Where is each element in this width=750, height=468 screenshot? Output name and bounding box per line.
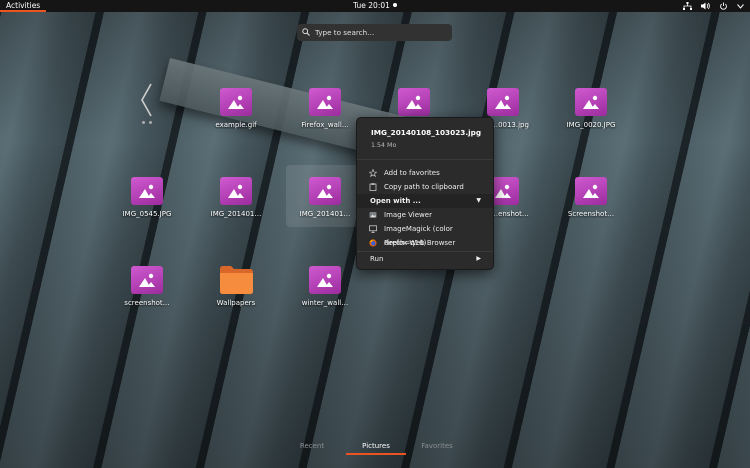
page-dot[interactable] — [149, 121, 152, 124]
image-file-icon — [220, 177, 252, 205]
clock-label: Tue 20:01 — [353, 1, 390, 10]
image-file-icon — [309, 177, 341, 205]
app-firefox-item[interactable]: Firefox Web Browser — [357, 236, 493, 250]
file-label: IMG_201401… — [210, 210, 262, 218]
page-dot[interactable] — [142, 121, 145, 124]
app-label: Firefox Web Browser — [384, 239, 456, 247]
file-label: screenshot… — [124, 299, 170, 307]
file-tile[interactable]: Firefox_wall… — [290, 88, 360, 129]
menu-separator — [357, 159, 493, 160]
page-indicator[interactable] — [142, 121, 152, 124]
run-submenu[interactable]: Run ▶ — [357, 252, 493, 266]
file-label: Screenshot… — [567, 210, 615, 218]
add-to-favorites-item[interactable]: Add to favorites — [357, 166, 493, 180]
tab-favorites[interactable]: Favorites — [407, 442, 467, 450]
image-file-icon — [487, 88, 519, 116]
monitor-icon — [369, 225, 377, 233]
file-label: IMG_0545.JPG — [122, 210, 172, 218]
folder-tile[interactable]: Wallpapers — [201, 266, 271, 307]
notification-dot-icon — [392, 3, 397, 7]
copy-path-item[interactable]: Copy path to clipboard — [357, 180, 493, 194]
copy-path-label: Copy path to clipboard — [384, 183, 464, 191]
open-with-submenu[interactable]: Open with ... ▼ — [357, 194, 493, 208]
folder-label: Wallpapers — [216, 299, 256, 307]
image-viewer-icon — [369, 212, 377, 218]
clock[interactable]: Tue 20:01 — [0, 0, 750, 12]
file-label: winter_wall… — [301, 299, 349, 307]
image-file-icon — [309, 266, 341, 294]
app-label: Image Viewer — [384, 211, 432, 219]
app-imagemagick-item[interactable]: ImageMagick (color depth=q16) — [357, 222, 493, 247]
tab-pictures[interactable]: Pictures — [346, 442, 406, 455]
folder-icon — [219, 266, 253, 294]
file-label: Firefox_wall… — [301, 121, 349, 129]
previous-page-arrow-icon[interactable] — [139, 82, 155, 118]
file-tile[interactable]: example.gif — [201, 88, 271, 129]
menu-filesize: 1.54 Mo — [371, 142, 397, 149]
file-context-menu: IMG_20140108_103023.jpg 1.54 Mo Add to f… — [356, 117, 494, 270]
file-tile[interactable]: Screenshot… — [556, 177, 626, 218]
caret-right-icon: ▶ — [476, 255, 481, 262]
file-label: example.gif — [215, 121, 257, 129]
add-to-favorites-label: Add to favorites — [384, 169, 440, 177]
menu-filename: IMG_20140108_103023.jpg — [371, 128, 482, 137]
image-file-icon — [575, 88, 607, 116]
tab-recent[interactable]: Recent — [282, 442, 342, 450]
volume-icon — [701, 2, 710, 10]
image-file-icon — [131, 177, 163, 205]
search-icon — [302, 28, 310, 36]
system-tray[interactable] — [683, 0, 744, 12]
clipboard-icon — [369, 183, 377, 191]
star-icon — [369, 169, 377, 177]
caret-down-icon: ▼ — [476, 197, 481, 204]
image-file-icon — [309, 88, 341, 116]
search-input[interactable]: Type to search… — [297, 24, 452, 41]
file-tile[interactable]: IMG_0545.JPG — [112, 177, 182, 218]
search-placeholder: Type to search… — [315, 28, 375, 37]
category-tabs: Recent Pictures Favorites — [0, 440, 750, 456]
open-with-label: Open with ... — [370, 197, 421, 205]
file-tile[interactable]: screenshot… — [112, 266, 182, 307]
file-tile-selected[interactable]: IMG_201401… — [286, 165, 364, 227]
image-file-icon — [398, 88, 430, 116]
file-tile[interactable]: winter_wall… — [290, 266, 360, 307]
firefox-icon — [369, 239, 377, 247]
network-icon — [683, 2, 692, 10]
chevron-down-icon — [737, 3, 744, 9]
image-file-icon — [220, 88, 252, 116]
top-bar: Activities Tue 20:01 — [0, 0, 750, 12]
file-tile[interactable]: IMG_201401… — [201, 177, 271, 218]
file-tile[interactable]: IMG_0020.JPG — [556, 88, 626, 129]
image-file-icon — [131, 266, 163, 294]
power-icon — [720, 2, 727, 10]
file-label: IMG_0020.JPG — [566, 121, 616, 129]
app-image-viewer-item[interactable]: Image Viewer — [357, 208, 493, 222]
run-label: Run — [370, 255, 384, 263]
image-file-icon — [575, 177, 607, 205]
